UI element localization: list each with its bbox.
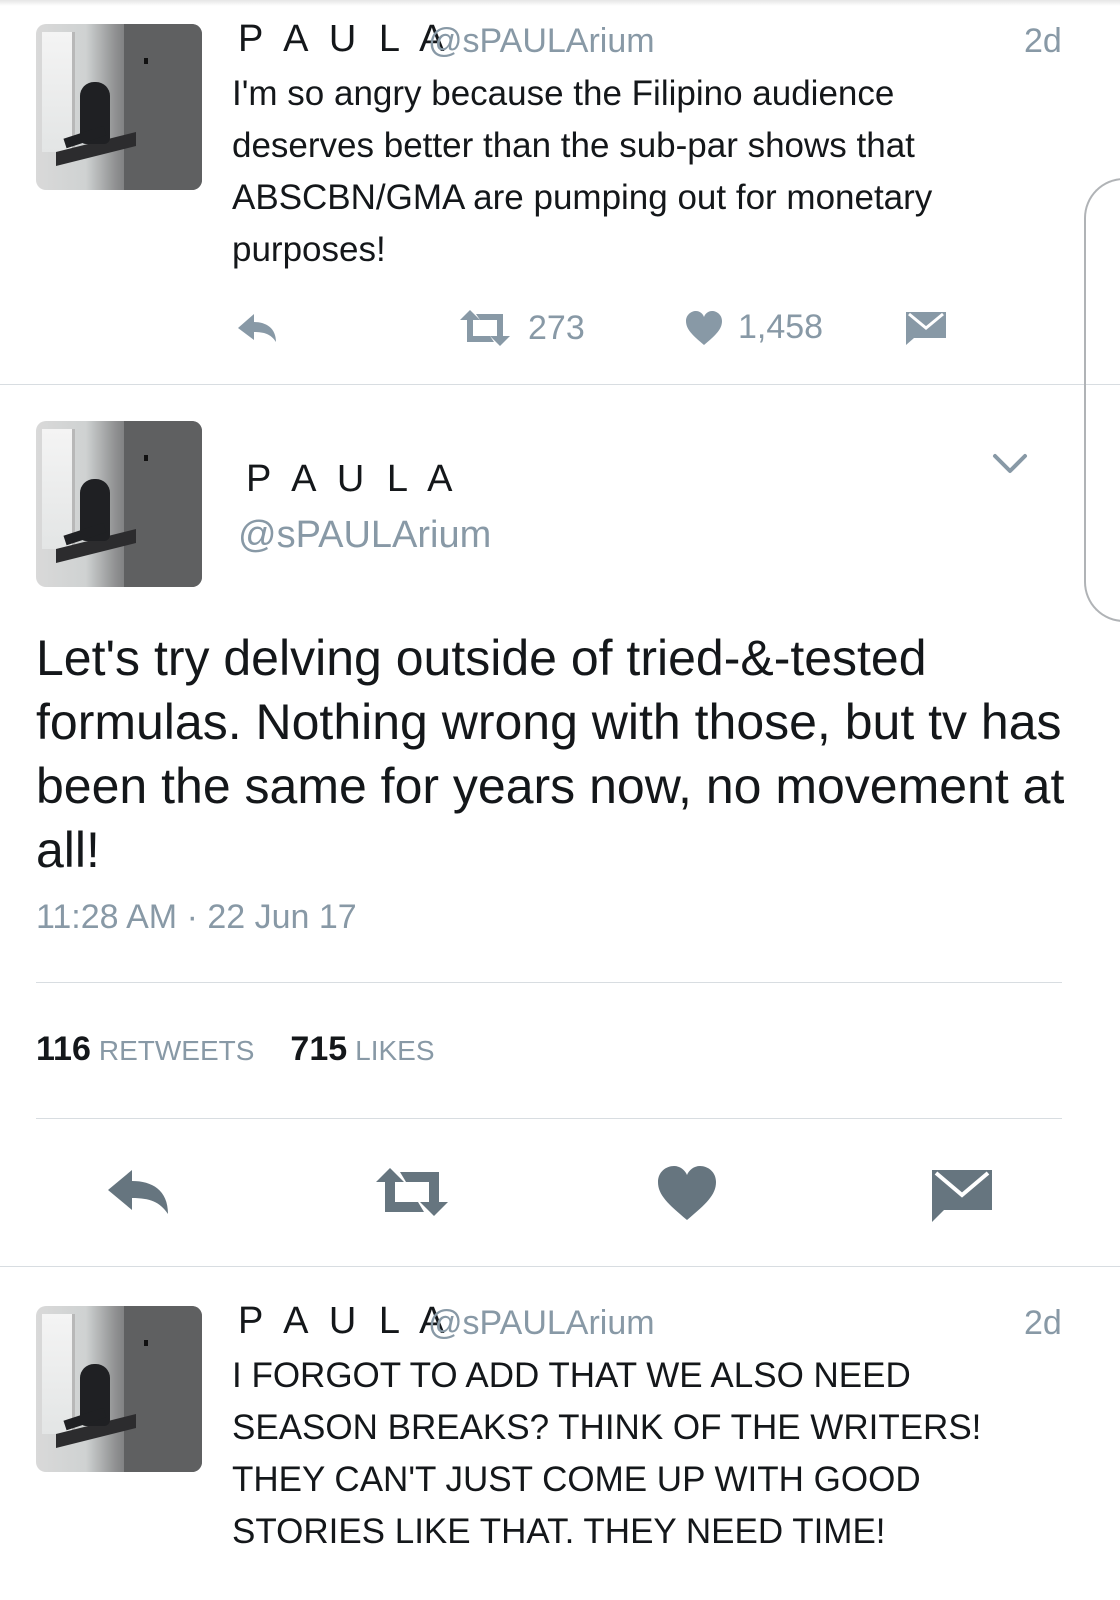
reply-icon[interactable] <box>104 1166 172 1218</box>
retweet-count: 273 <box>528 308 585 347</box>
retweet-icon <box>460 310 510 346</box>
engagement-stats: 116 RETWEETS 715 LIKES <box>36 1030 435 1069</box>
like-button[interactable]: 1,458 <box>684 308 823 347</box>
envelope-icon[interactable] <box>930 1168 994 1224</box>
display-name[interactable]: P A U L A <box>238 1300 450 1343</box>
tweet-divider <box>0 384 1120 385</box>
scroll-edge[interactable] <box>1084 178 1120 622</box>
heart-icon[interactable] <box>656 1164 718 1222</box>
retweets-label: RETWEETS <box>98 1035 255 1066</box>
divider <box>36 982 1062 983</box>
retweet-icon[interactable] <box>376 1168 448 1216</box>
display-name[interactable]: P A U L A <box>238 18 450 61</box>
relative-time: 2d <box>1024 22 1062 60</box>
tweet-text: Let's try delving outside of tried-&-tes… <box>36 630 1065 878</box>
divider <box>36 1118 1062 1119</box>
user-handle[interactable]: @sPAULArium <box>428 1304 655 1343</box>
user-handle[interactable]: @sPAULArium <box>238 514 491 557</box>
avatar[interactable] <box>36 421 202 587</box>
avatar[interactable] <box>36 1306 202 1472</box>
reply-button[interactable] <box>234 308 280 348</box>
retweet-button[interactable]: 273 <box>456 306 585 350</box>
like-count: 1,458 <box>738 308 824 346</box>
retweets-stat[interactable]: 116 RETWEETS <box>36 1030 254 1069</box>
relative-time: 2d <box>1024 1304 1062 1342</box>
envelope-icon <box>906 312 946 345</box>
display-name[interactable]: P A U L A <box>246 458 458 501</box>
top-edge <box>0 0 1120 6</box>
timestamp[interactable]: 11:28 AM · 22 Jun 17 <box>36 898 357 937</box>
likes-stat[interactable]: 715 LIKES <box>290 1030 434 1069</box>
dm-button[interactable] <box>904 310 948 346</box>
tweet-text: I FORGOT TO ADD THAT WE ALSO NEED SEASON… <box>232 1356 982 1551</box>
tweet-text: I'm so angry because the Filipino audien… <box>232 74 933 269</box>
chevron-down-icon[interactable] <box>992 452 1028 476</box>
likes-count: 715 <box>290 1030 348 1068</box>
likes-label: LIKES <box>355 1035 435 1066</box>
avatar[interactable] <box>36 24 202 190</box>
reply-icon <box>238 314 276 342</box>
user-handle[interactable]: @sPAULArium <box>428 22 655 61</box>
tweet-divider <box>0 1266 1120 1267</box>
heart-icon <box>686 310 722 345</box>
retweets-count: 116 <box>36 1030 91 1068</box>
